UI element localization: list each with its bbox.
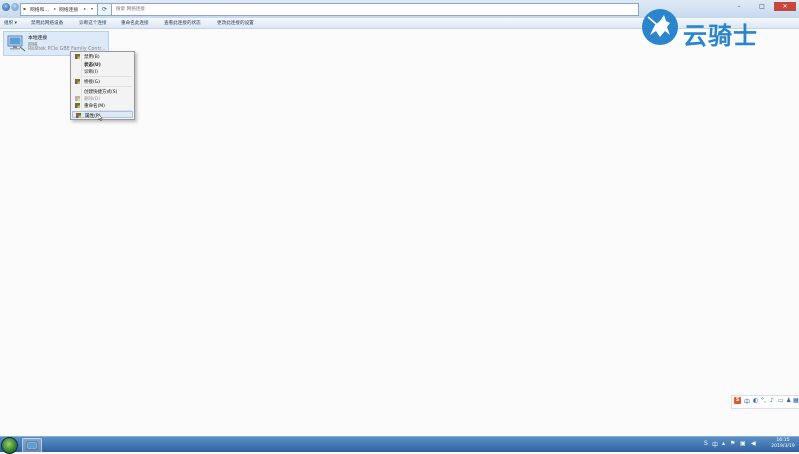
search-input[interactable] [112,4,638,15]
menu-item-label: 重命名(M) [84,104,105,109]
context-menu: 禁用(B) 状态(U) 诊断(I) 桥接(G) 创建快捷方式(S) 删除(D) … [70,51,135,120]
skin-icon[interactable]: ♟ [786,397,791,404]
change-settings-button[interactable]: 更改此连接的设置 [217,20,254,26]
moon-icon[interactable]: ◐ [753,397,758,404]
punctuation-icon[interactable]: °, [761,397,766,404]
organize-menu[interactable]: 组织 ▾ [4,20,17,26]
watermark-logo: 云骑士 [640,7,780,53]
clock-date: 2019/3/19 [771,444,795,449]
disable-device-button[interactable]: 禁用此网络设备 [31,20,63,26]
breadcrumb-item-connections[interactable]: 网络连接 [59,6,78,13]
watermark-text: 云骑士 [683,22,758,50]
menu-item-rename[interactable]: 重命名(M) [72,102,133,109]
menu-separator [83,86,132,87]
mouse-cursor-icon [98,114,103,121]
taskbar: S 中 ▴ ⚑ ▣ ◀ 16:15 2019/3/19 [0,436,799,454]
network-computer-icon [7,35,26,52]
breadcrumb-item-network[interactable]: 网络和... [30,6,49,13]
notification-chevron-icon[interactable]: ▴ [722,440,725,447]
sogou-tray-icon[interactable]: S [704,440,708,447]
menu-item-label: 禁用(B) [84,55,100,60]
shield-icon [76,113,81,118]
folder-icon: ▪ [23,6,26,11]
clock[interactable]: 16:15 2019/3/19 [768,438,798,450]
menu-item-label: 诊断(I) [84,70,98,75]
shield-icon [75,96,80,101]
menu-item-status[interactable]: 状态(U) [72,61,133,68]
menu-item-bridge[interactable]: 桥接(G) [72,78,133,85]
flag-icon[interactable]: ⚑ [730,440,735,447]
ime-tray-icon[interactable]: 中 [712,440,718,449]
menu-item-diagnose[interactable]: 诊断(I) [72,68,133,75]
diagnose-button[interactable]: 诊断这个连接 [79,20,107,26]
menu-item-delete: 删除(D) [72,95,133,102]
back-icon[interactable]: ‹ [2,3,10,11]
ime-toolbar[interactable]: S 中 ◐ °, ♪ ▭ ♟ ▦ [731,395,799,409]
connection-name: 本地连接 [28,36,48,41]
knight-logo-icon [642,9,678,45]
rename-button[interactable]: 重命名此连接 [121,20,149,26]
menu-item-create-shortcut[interactable]: 创建快捷方式(S) [72,88,133,95]
volume-icon[interactable]: ◀ [751,440,756,447]
menu-separator [83,76,132,77]
sogou-icon[interactable]: S [734,397,741,404]
forward-icon[interactable]: › [11,3,19,11]
chevron-right-icon[interactable]: ▸ [84,6,86,11]
shield-icon [75,54,80,59]
toolbox-icon[interactable]: ▦ [793,397,799,404]
shield-icon [75,103,80,108]
ime-mode-label[interactable]: 中 [744,397,750,406]
start-button[interactable] [1,437,18,454]
menu-item-disable[interactable]: 禁用(B) [72,53,133,60]
network-window-icon [26,441,38,450]
microphone-icon[interactable]: ♪ [770,397,774,404]
refresh-button[interactable]: ⟳ [97,3,112,16]
chevron-right-icon[interactable]: ▸ [54,6,56,11]
chevron-down-icon[interactable]: ▾ [91,6,93,11]
refresh-icon: ⟳ [101,6,108,13]
breadcrumb[interactable]: ▪ 网络和... ▸ 网络连接 ▸ ▾ [20,3,98,16]
network-tray-icon[interactable]: ▣ [740,440,746,447]
shield-icon [75,79,80,84]
menu-item-label: 桥接(G) [84,80,100,85]
keyboard-icon[interactable]: ▭ [778,397,784,404]
search-box[interactable] [111,3,639,16]
view-status-button[interactable]: 查看此连接的状态 [164,20,201,26]
